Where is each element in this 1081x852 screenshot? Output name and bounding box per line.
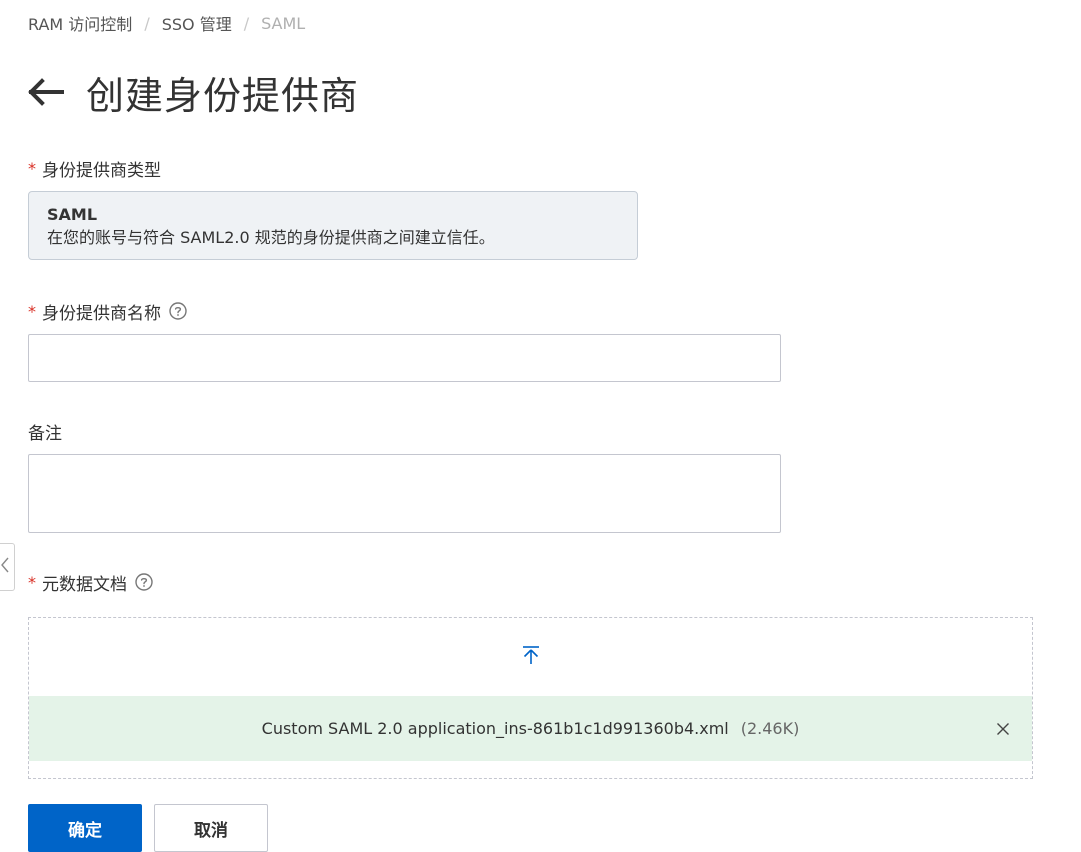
page-title: 创建身份提供商 — [86, 73, 360, 118]
required-mark: * — [28, 572, 36, 592]
provider-type-card-saml[interactable]: SAML 在您的账号与符合 SAML2.0 规范的身份提供商之间建立信任。 — [28, 191, 638, 260]
remark-textarea[interactable] — [28, 454, 781, 533]
breadcrumb: RAM 访问控制 / SSO 管理 / SAML — [28, 11, 306, 35]
breadcrumb-ram[interactable]: RAM 访问控制 — [28, 11, 132, 35]
provider-name-input[interactable] — [28, 334, 781, 382]
remark-label-text: 备注 — [28, 423, 62, 444]
sidebar-collapse-toggle[interactable] — [0, 543, 15, 591]
question-circle-icon[interactable] — [169, 302, 187, 320]
chevron-left-icon — [0, 556, 10, 578]
arrow-left-icon[interactable] — [26, 72, 66, 112]
file-name: Custom SAML 2.0 application_ins-861b1c1d… — [261, 719, 729, 738]
breadcrumb-separator: / — [243, 13, 250, 33]
cancel-button[interactable]: 取消 — [154, 804, 268, 852]
page-header: 创建身份提供商 — [26, 66, 359, 118]
metadata-upload-area: Custom SAML 2.0 application_ins-861b1c1d… — [28, 617, 1033, 779]
metadata-label: * 元数据文档 — [28, 570, 153, 595]
close-icon[interactable] — [994, 720, 1012, 738]
breadcrumb-sso[interactable]: SSO 管理 — [162, 11, 232, 35]
provider-type-label: * 身份提供商类型 — [28, 156, 161, 181]
provider-type-name: SAML — [47, 205, 98, 224]
file-size: (2.46K) — [740, 719, 800, 738]
remark-label: 备注 — [28, 419, 62, 444]
uploaded-file-item: Custom SAML 2.0 application_ins-861b1c1d… — [29, 696, 1032, 761]
required-mark: * — [28, 158, 36, 178]
question-circle-icon[interactable] — [135, 573, 153, 591]
breadcrumb-saml: SAML — [261, 13, 306, 33]
provider-type-label-text: 身份提供商类型 — [42, 160, 161, 181]
confirm-button[interactable]: 确定 — [28, 804, 142, 852]
required-mark: * — [28, 301, 36, 321]
upload-icon — [521, 645, 541, 669]
provider-name-label: * 身份提供商名称 — [28, 299, 187, 324]
provider-name-label-text: 身份提供商名称 — [42, 303, 161, 324]
upload-trigger[interactable] — [29, 618, 1032, 696]
metadata-label-text: 元数据文档 — [42, 574, 127, 595]
breadcrumb-separator: / — [144, 13, 150, 33]
provider-type-description: 在您的账号与符合 SAML2.0 规范的身份提供商之间建立信任。 — [47, 228, 495, 247]
